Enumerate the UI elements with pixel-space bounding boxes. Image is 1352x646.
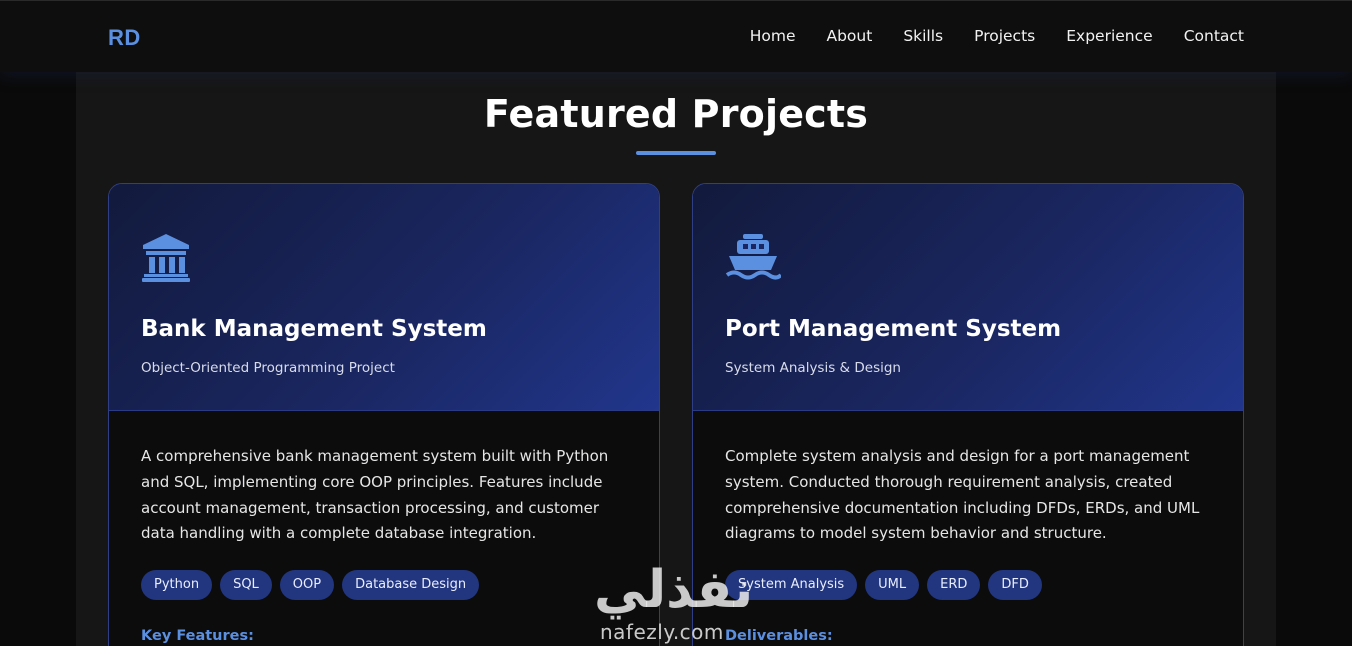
tag-list: Python SQL OOP Database Design [141,570,480,600]
tag: OOP [279,570,335,600]
card-description: Complete system analysis and design for … [725,447,1200,543]
tag: System Analysis [725,570,858,600]
card-header: Port Management System System Analysis &… [693,184,1243,411]
main-nav: Home About Skills Projects Experience Co… [750,27,1244,45]
tag: ERD [927,570,981,600]
card-header: Bank Management System Object-Oriented P… [109,184,659,411]
nav-contact[interactable]: Contact [1184,27,1244,45]
card-subtitle: System Analysis & Design [725,360,901,376]
title-underline [636,151,716,155]
nav-experience[interactable]: Experience [1066,27,1152,45]
tag-list: System Analysis UML ERD DFD [725,570,1042,600]
ship-icon [725,232,783,284]
project-card-bank: Bank Management System Object-Oriented P… [108,183,660,646]
tag: UML [865,570,920,600]
nav-projects[interactable]: Projects [974,27,1035,45]
card-description: A comprehensive bank management system b… [141,447,609,543]
tag: DFD [988,570,1042,600]
tag: SQL [220,570,272,600]
bank-icon [141,232,197,284]
nav-skills[interactable]: Skills [903,27,943,45]
deliverables-label: Deliverables: [725,628,833,644]
site-logo[interactable]: RD [108,25,141,51]
card-title: Port Management System [725,316,1062,342]
key-features-label: Key Features: [141,628,254,644]
tag: Python [141,570,213,600]
nav-home[interactable]: Home [750,27,796,45]
project-card-port: Port Management System System Analysis &… [692,183,1244,646]
card-subtitle: Object-Oriented Programming Project [141,360,395,376]
card-title: Bank Management System [141,316,487,342]
navbar: RD Home About Skills Projects Experience… [0,0,1352,72]
nav-about[interactable]: About [826,27,872,45]
tag: Database Design [342,570,480,600]
section-title: Featured Projects [483,92,869,136]
